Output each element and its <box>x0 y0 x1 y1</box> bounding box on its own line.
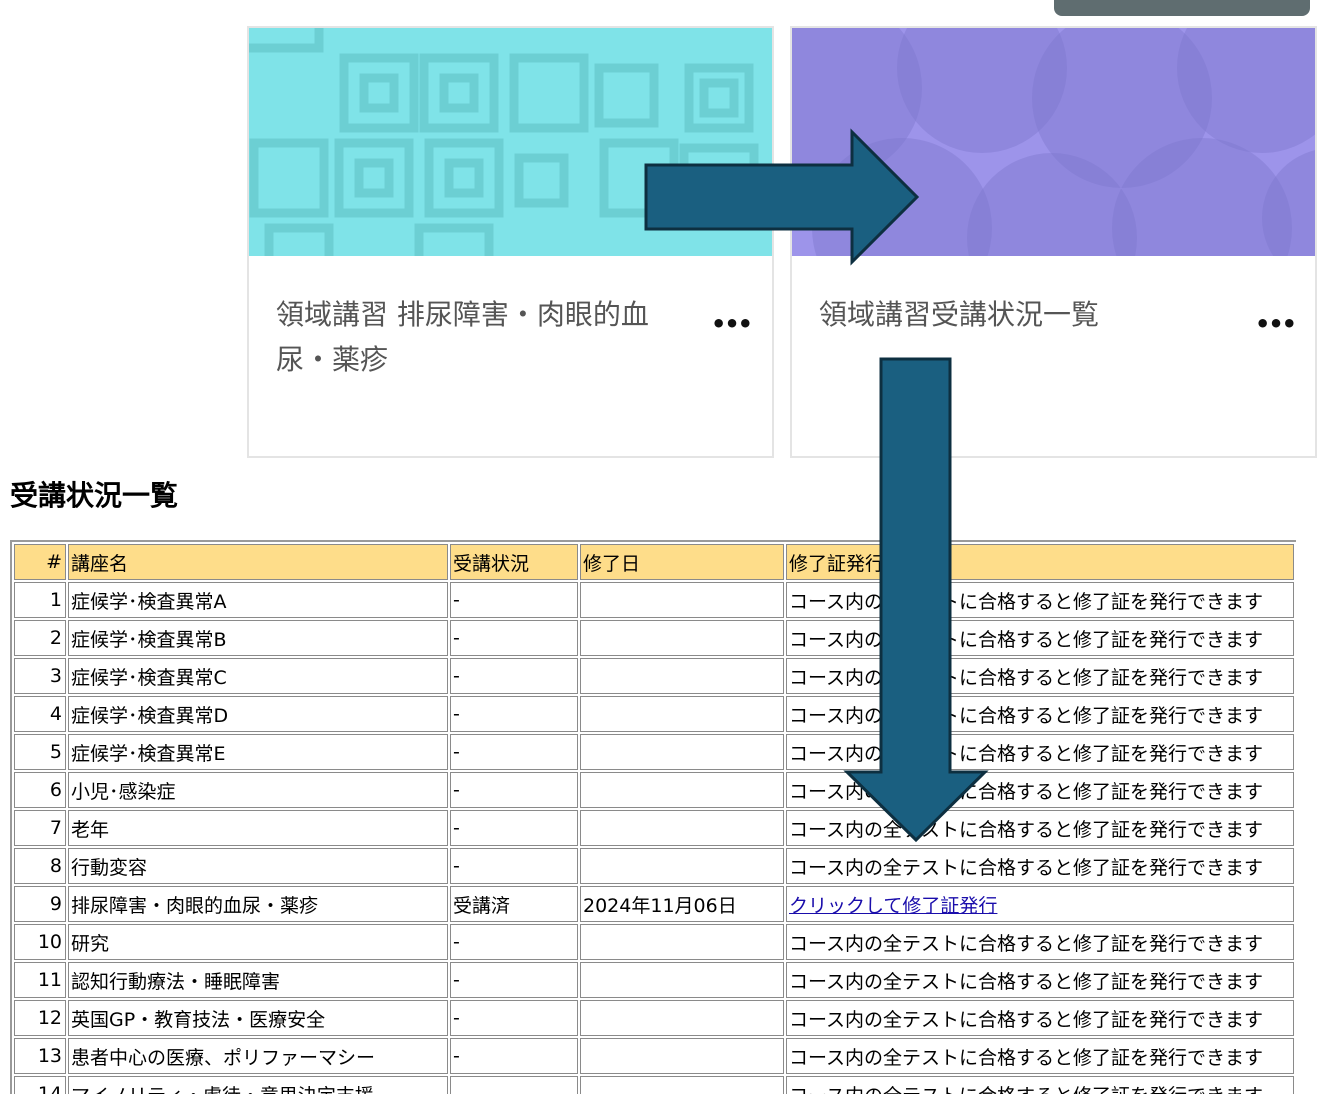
column-header-course-name: 講座名 <box>68 544 448 580</box>
completion-date-cell <box>580 658 784 694</box>
certificate-cell: コース内の全テストに合格すると修了証を発行できます <box>786 962 1294 998</box>
row-number: 2 <box>14 620 66 656</box>
completion-date-cell <box>580 772 784 808</box>
completion-date-cell <box>580 1000 784 1036</box>
course-card-excretion[interactable]: 領域講習 排尿障害・肉眼的血 尿・薬疹 ••• <box>247 26 774 458</box>
table-row: 13 患者中心の医療、ポリファーマシー - コース内の全テストに合格すると修了証を発行… <box>14 1038 1294 1074</box>
page-title: 受講状況一覧 <box>10 479 179 512</box>
row-number: 4 <box>14 696 66 732</box>
certificate-cell: コース内の全テストに合格すると修了証を発行できます <box>786 772 1294 808</box>
certificate-cell: コース内の全テストに合格すると修了証を発行できます <box>786 696 1294 732</box>
status-cell: - <box>450 658 578 694</box>
course-name-cell: 症候学･検査異常B <box>68 620 448 656</box>
course-name-cell: 英国GP・教育技法・医療安全 <box>68 1000 448 1036</box>
table-row: 9 排尿障害・肉眼的血尿・薬疹 受講済 2024年11月06日 クリックして修了証発行 <box>14 886 1294 922</box>
course-name-cell: 症候学･検査異常A <box>68 582 448 618</box>
status-cell: - <box>450 620 578 656</box>
course-card-image <box>792 28 1315 256</box>
status-cell: - <box>450 1038 578 1074</box>
course-card-title[interactable]: 領域講習受講状況一覧 <box>819 292 1229 337</box>
course-card-status-list[interactable]: 領域講習受講状況一覧 ••• <box>790 26 1317 458</box>
row-number: 1 <box>14 582 66 618</box>
bottom-edge <box>0 1094 1338 1108</box>
row-number: 8 <box>14 848 66 884</box>
course-name-cell: 研究 <box>68 924 448 960</box>
course-status-table-wrap: # 講座名 受講状況 修了日 修了証発行 1 症候学･検査異常A - コース内の全テス… <box>10 540 1296 1098</box>
status-cell: - <box>450 582 578 618</box>
table-row: 1 症候学･検査異常A - コース内の全テストに合格すると修了証を発行できます <box>14 582 1294 618</box>
table-row: 11 認知行動療法・睡眠障害 - コース内の全テストに合格すると修了証を発行できます <box>14 962 1294 998</box>
completion-date-cell <box>580 582 784 618</box>
course-name-cell: 症候学･検査異常E <box>68 734 448 770</box>
course-name-cell: 排尿障害・肉眼的血尿・薬疹 <box>68 886 448 922</box>
completion-date-cell <box>580 962 784 998</box>
status-cell: - <box>450 734 578 770</box>
certificate-cell: コース内の全テストに合格すると修了証を発行できます <box>786 734 1294 770</box>
course-name-cell: 症候学･検査異常D <box>68 696 448 732</box>
table-row: 6 小児･感染症 - コース内の全テストに合格すると修了証を発行できます <box>14 772 1294 808</box>
more-options-icon[interactable]: ••• <box>1255 310 1297 338</box>
issue-certificate-link[interactable]: クリックして修了証発行 <box>789 895 997 917</box>
course-name-cell: 行動変容 <box>68 848 448 884</box>
row-number: 12 <box>14 1000 66 1036</box>
completion-date-cell <box>580 1038 784 1074</box>
completion-date-cell <box>580 734 784 770</box>
certificate-cell: コース内の全テストに合格すると修了証を発行できます <box>786 1038 1294 1074</box>
certificate-cell: コース内の全テストに合格すると修了証を発行できます <box>786 620 1294 656</box>
completion-date-cell <box>580 848 784 884</box>
completion-date-cell <box>580 696 784 732</box>
table-row: 12 英国GP・教育技法・医療安全 - コース内の全テストに合格すると修了証を発行でき… <box>14 1000 1294 1036</box>
certificate-cell: コース内の全テストに合格すると修了証を発行できます <box>786 810 1294 846</box>
completion-date-cell <box>580 620 784 656</box>
status-cell: - <box>450 1000 578 1036</box>
status-cell: - <box>450 848 578 884</box>
course-card-image <box>249 28 772 256</box>
table-header-row: # 講座名 受講状況 修了日 修了証発行 <box>14 544 1294 580</box>
course-name-cell: 患者中心の医療、ポリファーマシー <box>68 1038 448 1074</box>
row-number: 3 <box>14 658 66 694</box>
certificate-cell: コース内の全テストに合格すると修了証を発行できます <box>786 1000 1294 1036</box>
table-row: 4 症候学･検査異常D - コース内の全テストに合格すると修了証を発行できます <box>14 696 1294 732</box>
course-name-cell: 症候学･検査異常C <box>68 658 448 694</box>
certificate-cell: コース内の全テストに合格すると修了証を発行できます <box>786 924 1294 960</box>
status-cell: - <box>450 696 578 732</box>
row-number: 13 <box>14 1038 66 1074</box>
row-number: 11 <box>14 962 66 998</box>
column-header-status: 受講状況 <box>450 544 578 580</box>
course-name-cell: 老年 <box>68 810 448 846</box>
row-number: 5 <box>14 734 66 770</box>
status-cell: - <box>450 772 578 808</box>
more-options-icon[interactable]: ••• <box>711 310 753 338</box>
status-cell: - <box>450 924 578 960</box>
status-cell: - <box>450 962 578 998</box>
course-card-title[interactable]: 領域講習 排尿障害・肉眼的血 尿・薬疹 <box>276 292 686 382</box>
table-row: 3 症候学･検査異常C - コース内の全テストに合格すると修了証を発行できます <box>14 658 1294 694</box>
completion-date-cell <box>580 810 784 846</box>
course-name-cell: 小児･感染症 <box>68 772 448 808</box>
completion-date-cell: 2024年11月06日 <box>580 886 784 922</box>
row-number: 7 <box>14 810 66 846</box>
course-status-table: # 講座名 受講状況 修了日 修了証発行 1 症候学･検査異常A - コース内の全テス… <box>10 540 1296 1098</box>
table-row: 5 症候学･検査異常E - コース内の全テストに合格すると修了証を発行できます <box>14 734 1294 770</box>
certificate-cell: コース内の全テストに合格すると修了証を発行できます <box>786 582 1294 618</box>
row-number: 6 <box>14 772 66 808</box>
row-number: 9 <box>14 886 66 922</box>
completion-date-cell <box>580 924 784 960</box>
column-header-number: # <box>14 544 66 580</box>
status-cell: - <box>450 810 578 846</box>
certificate-cell: コース内の全テストに合格すると修了証を発行できます <box>786 658 1294 694</box>
course-name-cell: 認知行動療法・睡眠障害 <box>68 962 448 998</box>
table-row: 8 行動変容 - コース内の全テストに合格すると修了証を発行できます <box>14 848 1294 884</box>
row-number: 10 <box>14 924 66 960</box>
certificate-cell: コース内の全テストに合格すると修了証を発行できます <box>786 848 1294 884</box>
table-row: 7 老年 - コース内の全テストに合格すると修了証を発行できます <box>14 810 1294 846</box>
top-scroll-pill <box>1054 0 1310 16</box>
certificate-cell: クリックして修了証発行 <box>786 886 1294 922</box>
table-row: 2 症候学･検査異常B - コース内の全テストに合格すると修了証を発行できます <box>14 620 1294 656</box>
column-header-certificate: 修了証発行 <box>786 544 1294 580</box>
column-header-completion-date: 修了日 <box>580 544 784 580</box>
table-row: 10 研究 - コース内の全テストに合格すると修了証を発行できます <box>14 924 1294 960</box>
status-cell: 受講済 <box>450 886 578 922</box>
